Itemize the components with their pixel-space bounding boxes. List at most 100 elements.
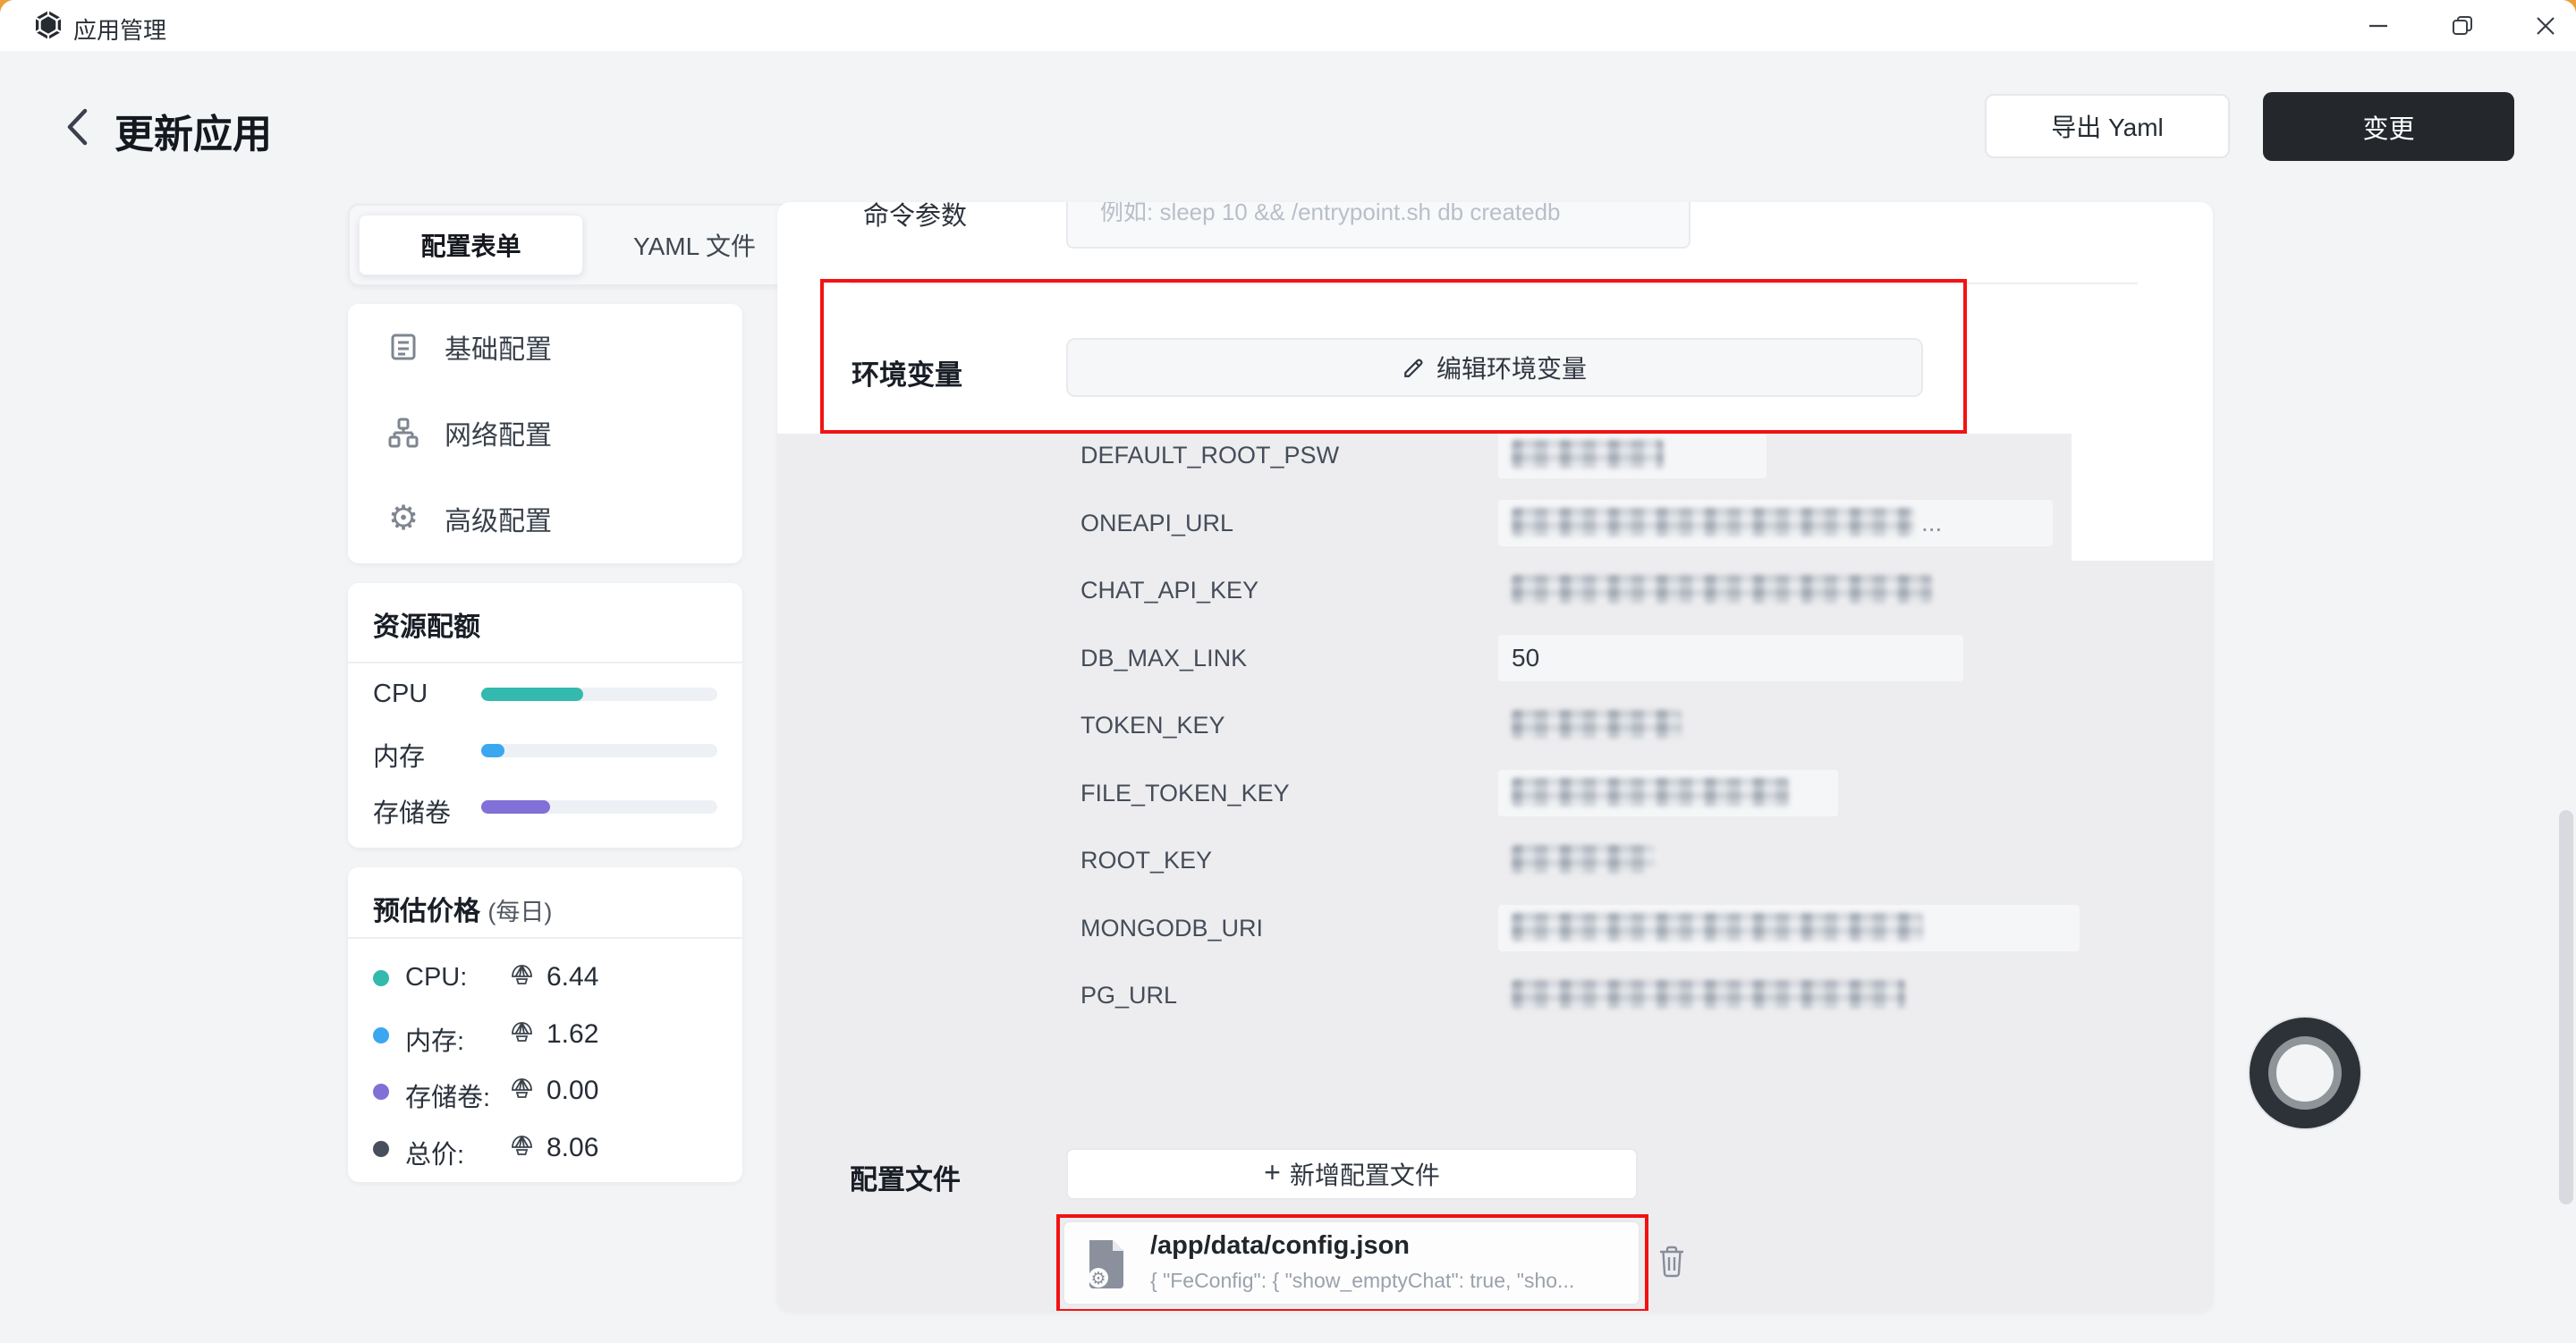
env-var-row: PG_URL [777,970,2213,1020]
export-yaml-button[interactable]: 导出 Yaml [1985,94,2230,158]
config-file-item[interactable]: ⚙ /app/data/config.json { "FeConfig": { … [1063,1221,1640,1305]
app-window: 应用管理 更新应用 导出 Yaml 变更 配置表单 YAML 文件 基础配置网络… [0,0,2576,1343]
minimize-icon [2368,15,2389,37]
env-var-key: MONGODB_URI [1080,915,1263,942]
env-var-key: ROOT_KEY [1080,847,1212,874]
config-file-icon: ⚙ [1086,1238,1127,1288]
config-nav: 基础配置网络配置 ⚙ 高级配置 [348,304,742,563]
command-args-input[interactable]: 例如: sleep 10 && /entrypoint.sh db create… [1066,202,1690,249]
quota-title: 资源配额 [373,604,480,644]
price-dot [373,1141,389,1157]
app-logo-icon [33,10,64,40]
env-var-value-masked [1512,440,1664,469]
sidebar-item-0[interactable]: 基础配置 [348,304,742,390]
tab-yaml-file[interactable]: YAML 文件 [583,215,806,275]
coin-icon [510,1077,534,1104]
floating-widget-inner [2268,1036,2342,1110]
price-value: 1.62 [547,1019,598,1050]
edit-env-label: 编辑环境变量 [1436,350,1587,385]
scrollbar-thumb[interactable] [2559,810,2573,1204]
config-file-preview: { "FeConfig": { "show_emptyChat": true, … [1150,1269,1574,1293]
quota-row: CPU [348,676,742,712]
coin-icon [510,1135,534,1161]
price-value: 0.00 [547,1076,598,1106]
price-dot [373,1084,389,1100]
svg-text:⚙: ⚙ [1090,1270,1106,1288]
price-title-text: 预估价格 [373,897,480,926]
divider [348,662,742,663]
env-var-key: DEFAULT_ROOT_PSW [1080,442,1339,469]
env-var-value-masked [1512,778,1789,807]
edit-env-button[interactable]: 编辑环境变量 [1066,338,1923,397]
quota-fill [481,744,504,757]
env-var-key: CHAT_API_KEY [1080,577,1258,604]
section-divider [850,283,2138,284]
env-var-value-masked [1512,845,1655,874]
floating-widget[interactable] [2248,1016,2362,1130]
quota-row: 存储卷 [348,789,742,824]
price-row: CPU:6.44 [348,959,742,995]
command-args-placeholder: 例如: sleep 10 && /entrypoint.sh db create… [1100,202,1561,227]
apply-changes-button[interactable]: 变更 [2263,92,2514,161]
env-var-value-masked [1512,913,1923,942]
maximize-button[interactable] [2422,0,2503,51]
coin-icon [510,964,534,991]
quota-row: 内存 [348,732,742,768]
env-var-row: FILE_TOKEN_KEY [777,768,2213,818]
env-var-row: CHAT_API_KEY [777,565,2213,615]
env-var-key: TOKEN_KEY [1080,712,1225,739]
sidebar-item-label: 基础配置 [445,327,552,367]
minimize-button[interactable] [2338,0,2419,51]
quota-track [481,744,717,757]
page-title: 更新应用 [114,102,272,159]
price-row: 存储卷:0.00 [348,1073,742,1109]
quota-fill [481,800,550,814]
env-value-cell [1498,635,1963,681]
env-var-ellipsis: ... [1921,509,1942,537]
titlebar: 应用管理 [0,0,2576,51]
env-var-key: ONEAPI_URL [1080,510,1233,537]
price-dot [373,970,389,986]
delete-config-file-button[interactable] [1652,1239,1691,1284]
command-args-label: 命令参数 [863,202,967,232]
app-form-panel: 命令参数 例如: sleep 10 && /entrypoint.sh db c… [777,202,2213,1311]
env-var-value-masked [1512,980,1905,1009]
estimated-price-card: 预估价格 (每日) CPU:6.44内存:1.62存储卷:0.00总价:8.06 [348,867,742,1182]
add-config-file-button[interactable]: + 新增配置文件 [1066,1148,1638,1200]
gear-icon: ⚙ [386,501,421,536]
price-label: 内存: [405,1020,464,1058]
pencil-icon [1402,356,1426,379]
restore-icon [2451,14,2474,38]
price-label: 总价: [405,1134,464,1171]
tab-config-form[interactable]: 配置表单 [359,215,583,275]
price-label: CPU: [405,963,467,992]
price-value: 8.06 [547,1133,598,1163]
app-title: 应用管理 [73,13,166,46]
env-var-value-masked [1512,575,1932,604]
coin-icon [510,1021,534,1048]
env-var-value: 50 [1512,644,1539,672]
env-var-key: FILE_TOKEN_KEY [1080,780,1290,807]
price-label: 存储卷: [405,1077,490,1114]
config-file-section-label: 配置文件 [850,1157,961,1197]
price-subtitle: (每日) [487,899,552,925]
env-var-row: DB_MAX_LINK 50 [777,633,2213,683]
config-mode-tabs: 配置表单 YAML 文件 [348,204,817,286]
env-section-label: 环境变量 [852,352,962,393]
back-button[interactable] [57,107,97,147]
env-var-row: DEFAULT_ROOT_PSW [777,430,2213,480]
quota-label: 内存 [373,736,425,773]
quota-fill [481,688,583,701]
env-var-key: PG_URL [1080,982,1177,1009]
sidebar-item-2[interactable]: ⚙ 高级配置 [348,476,742,562]
sidebar-item-1[interactable]: 网络配置 [348,390,742,476]
plus-icon: + [1264,1156,1281,1189]
close-icon [2535,15,2556,37]
sidebar-item-label: 高级配置 [445,499,552,538]
sidebar-item-label: 网络配置 [445,413,552,452]
price-dot [373,1027,389,1043]
divider [348,937,742,939]
env-var-key: DB_MAX_LINK [1080,645,1247,672]
close-button[interactable] [2505,0,2576,51]
quota-label: CPU [373,680,428,709]
